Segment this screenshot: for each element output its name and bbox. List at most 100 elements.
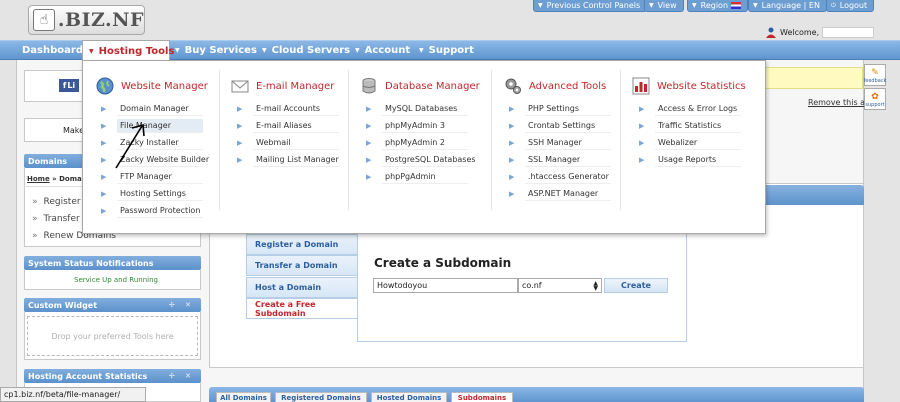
language-button[interactable]: ▼ Language | EN: [748, 0, 827, 12]
tab-subdomains[interactable]: Subdomains: [451, 392, 513, 402]
welcome-area: Welcome,: [766, 25, 874, 39]
menu-phpmyadmin-2[interactable]: ▶ phpMyAdmin 2: [366, 135, 468, 151]
menu-email-accounts[interactable]: ▶ E-mail Accounts: [237, 101, 339, 117]
bullet-icon: »: [32, 197, 38, 207]
widget-controls-icon[interactable]: ✢ ✕: [169, 372, 195, 380]
column-divider: [348, 70, 349, 210]
tab-hosted-domains[interactable]: Hosted Domains: [371, 392, 447, 402]
menu-traffic-statistics[interactable]: ▶ Traffic Statistics: [639, 118, 741, 134]
breadcrumb-home-link[interactable]: Home: [27, 175, 50, 183]
status-panel-header: System Status Notifications: [24, 256, 201, 270]
menu-postgresql-databases[interactable]: ▶ PostgreSQL Databases: [366, 152, 476, 168]
menu-phppgadmin[interactable]: ▶ phpPgAdmin: [366, 169, 468, 185]
tab-create-free-subdomain[interactable]: Create a Free Subdomain: [246, 298, 358, 319]
facebook-icon: f: [62, 81, 67, 90]
menu-ssl-manager[interactable]: ▶ SSL Manager: [509, 152, 611, 168]
lifebuoy-icon: ✿: [871, 92, 879, 102]
play-icon: ▶: [366, 122, 372, 130]
tab-register-domain[interactable]: Register a Domain: [246, 234, 358, 255]
nav-hosting-tools[interactable]: ▼ Hosting Tools: [82, 40, 174, 62]
user-icon: [766, 27, 776, 38]
menu-mysql-databases[interactable]: ▶ MySQL Databases: [366, 101, 468, 117]
flag-icon: [731, 2, 742, 9]
menu-usage-reports[interactable]: ▶ Usage Reports: [639, 152, 741, 168]
chevron-down-icon: ▼: [175, 46, 180, 54]
gears-icon: [505, 78, 521, 94]
chevron-down-icon: ▼: [538, 2, 543, 9]
chat-icon: ✎: [871, 68, 879, 78]
menu-ssh-manager[interactable]: ▶ SSH Manager: [509, 135, 611, 151]
make-text: Make: [63, 126, 85, 135]
menu-password-protection[interactable]: ▶ Password Protection: [101, 203, 203, 219]
menu-phpmyadmin-3[interactable]: ▶ phpMyAdmin 3: [366, 118, 468, 134]
support-button[interactable]: ✿ support: [864, 88, 886, 110]
database-manager-heading: Database Manager: [360, 76, 480, 96]
nav-cloud-servers[interactable]: ▼ Cloud Servers: [262, 40, 350, 60]
play-icon: ▶: [639, 105, 645, 113]
tab-host-domain[interactable]: Host a Domain: [246, 277, 358, 298]
menu-hosting-settings[interactable]: ▶ Hosting Settings: [101, 186, 203, 202]
menu-aspnet-manager[interactable]: ▶ ASP.NET Manager: [509, 186, 611, 202]
play-icon: ▶: [101, 173, 107, 181]
menu-webalizer[interactable]: ▶ Webalizer: [639, 135, 741, 151]
menu-crontab-settings[interactable]: ▶ Crontab Settings: [509, 118, 611, 134]
nav-buy-services[interactable]: ▼ Buy Services: [175, 40, 257, 60]
website-statistics-heading: Website Statistics: [632, 76, 746, 96]
create-subdomain-title: Create a Subdomain: [374, 256, 512, 270]
region-button[interactable]: ▼ Region: [687, 0, 749, 12]
play-icon: ▶: [639, 156, 645, 164]
menu-webmail[interactable]: ▶ Webmail: [237, 135, 339, 151]
feedback-button[interactable]: ✎ feedback: [864, 64, 886, 86]
chevron-down-icon: ▼: [692, 2, 697, 9]
ad-banner[interactable]: [765, 67, 863, 89]
previous-control-panels-button[interactable]: ▼ Previous Control Panels: [533, 0, 648, 12]
menu-access-error-logs[interactable]: ▶ Access & Error Logs: [639, 101, 741, 117]
play-icon: ▶: [237, 105, 243, 113]
transfer-domain-link[interactable]: » Transfer D: [32, 214, 90, 224]
column-divider: [219, 70, 220, 210]
logo-text: .BIZ.NF: [57, 9, 144, 31]
nav-account[interactable]: ▼ Account: [355, 40, 410, 60]
domain-select[interactable]: co.nf ▲ ▼: [518, 278, 602, 293]
database-icon: [362, 78, 376, 94]
menu-domain-manager[interactable]: ▶ Domain Manager: [101, 101, 203, 117]
tab-transfer-domain[interactable]: Transfer a Domain: [246, 255, 358, 276]
chevron-down-icon: ▼: [262, 46, 267, 54]
bullet-icon: »: [32, 231, 38, 241]
facebook-like-button[interactable]: f Li: [59, 79, 79, 92]
annotation-arrow-icon: [115, 123, 145, 169]
hosting-stats-header: Hosting Account Statistics ✢ ✕: [24, 369, 201, 383]
logout-button[interactable]: ⏻ Logout: [826, 0, 875, 12]
play-icon: ▶: [639, 139, 645, 147]
logo-mark-icon: ☝: [33, 9, 55, 31]
play-icon: ▶: [509, 139, 515, 147]
widget-drop-zone[interactable]: Drop your preferred Tools here: [27, 316, 198, 356]
subdomain-input[interactable]: [373, 278, 518, 293]
updown-arrows-icon: ▲ ▼: [593, 279, 598, 292]
view-button[interactable]: ▼ View: [644, 0, 684, 12]
play-icon: ▶: [366, 173, 372, 181]
tab-all-domains[interactable]: All Domains: [216, 392, 271, 402]
play-icon: ▶: [509, 122, 515, 130]
nav-dashboard[interactable]: Dashboard: [22, 40, 83, 60]
menu-email-aliases[interactable]: ▶ E-mail Aliases: [237, 118, 339, 134]
nav-support[interactable]: ▼ Support: [419, 40, 474, 60]
envelope-icon: [231, 80, 249, 93]
widget-controls-icon[interactable]: ✢ ✕: [169, 301, 195, 309]
tab-registered-domains[interactable]: Registered Domains: [275, 392, 367, 402]
menu-php-settings[interactable]: ▶ PHP Settings: [509, 101, 611, 117]
play-icon: ▶: [509, 105, 515, 113]
play-icon: ▶: [101, 105, 107, 113]
domains-main-panel-header: [760, 185, 864, 205]
custom-widget-header: Custom Widget ✢ ✕: [24, 298, 201, 312]
play-icon: ▶: [509, 173, 515, 181]
menu-mailing-list-manager[interactable]: ▶ Mailing List Manager: [237, 152, 339, 168]
play-icon: ▶: [509, 190, 515, 198]
play-icon: ▶: [639, 122, 645, 130]
chevron-down-icon: ▼: [649, 2, 654, 9]
menu-htaccess-generator[interactable]: ▶ .htaccess Generator: [509, 169, 611, 185]
create-button[interactable]: Create: [604, 278, 668, 293]
chevron-down-icon: ▼: [355, 46, 360, 54]
site-logo[interactable]: ☝ .BIZ.NF: [28, 5, 145, 35]
chevron-down-icon: ▼: [89, 48, 94, 55]
